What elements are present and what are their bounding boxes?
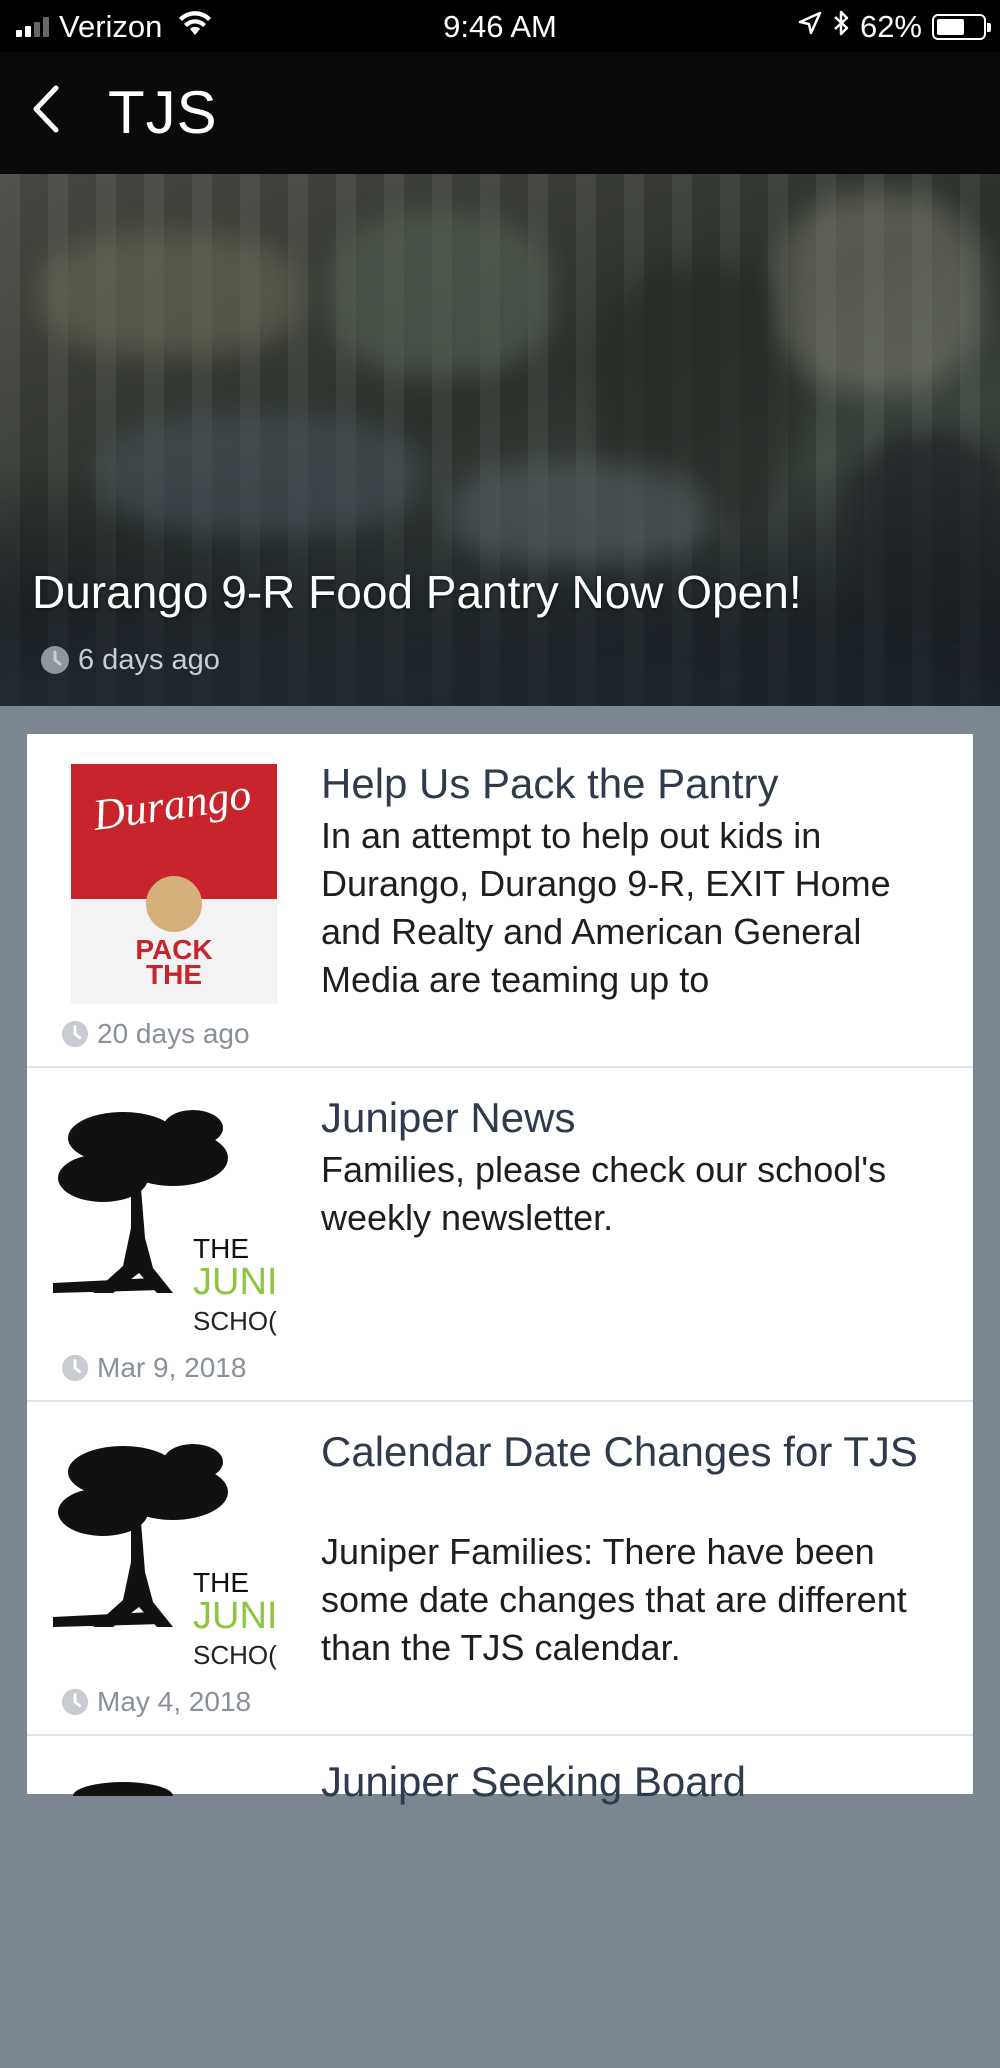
battery-level	[937, 19, 964, 35]
article-title: Calendar Date Changes for TJS	[321, 1428, 918, 1475]
article-timestamp: 20 days ago	[61, 1016, 250, 1052]
back-button[interactable]	[10, 76, 80, 146]
article-time: Mar 9, 2018	[97, 1352, 247, 1383]
logo-text-line2: JUNI	[193, 1261, 277, 1303]
featured-article[interactable]: Durango 9-R Food Pantry Now Open! 6 days…	[0, 174, 1000, 706]
battery-percent: 62%	[859, 9, 922, 44]
can-text-line2: THE	[146, 959, 202, 990]
clock-icon	[61, 1354, 89, 1382]
battery-icon	[932, 14, 991, 40]
article-time: May 4, 2018	[97, 1686, 252, 1717]
chevron-left-icon	[30, 84, 60, 139]
logo-text-line3: SCHO(	[193, 1640, 277, 1670]
location-icon	[798, 9, 822, 45]
article-title: Juniper News	[321, 1094, 576, 1141]
juniper-school-logo-thumbnail: THE JUNI SCHO(	[53, 1098, 295, 1338]
clock-icon	[40, 645, 70, 675]
article-title: Help Us Pack the Pantry	[321, 760, 779, 807]
list-item[interactable]: Juniper Seeking Board	[27, 1736, 973, 2068]
article-list: Durango PACK THE Help Us Pack the Pantry…	[27, 734, 973, 1805]
status-bar: Verizon 9:46 AM 62%	[0, 0, 1000, 52]
featured-time: 6 days ago	[78, 644, 220, 676]
juniper-school-logo-thumbnail: THE JUNI SCHO(	[53, 1432, 295, 1672]
logo-text-line2: JUNI	[193, 1595, 277, 1637]
bluetooth-icon	[832, 9, 850, 45]
article-title: Juniper Seeking Board	[321, 1758, 746, 1805]
list-item[interactable]: THE JUNI SCHO( Juniper News Families, pl…	[27, 1068, 973, 1402]
featured-timestamp: 6 days ago	[40, 642, 220, 678]
clock-icon	[61, 1020, 89, 1048]
article-timestamp: May 4, 2018	[61, 1684, 251, 1720]
logo-text-line1: THE	[193, 1567, 249, 1598]
logo-text-line1: THE	[193, 1233, 249, 1264]
article-timestamp: Mar 9, 2018	[61, 1350, 246, 1386]
article-summary: Families, please check our school's week…	[321, 1149, 887, 1238]
juniper-school-logo-thumbnail	[53, 1756, 295, 1796]
list-item[interactable]: Durango PACK THE Help Us Pack the Pantry…	[27, 734, 973, 1068]
article-summary: Juniper Families: There have been some d…	[321, 1531, 907, 1668]
status-right: 62%	[798, 8, 991, 46]
page-title: TJS	[108, 79, 218, 146]
logo-text-line3: SCHO(	[193, 1306, 277, 1336]
article-time: 20 days ago	[97, 1018, 250, 1049]
pack-the-pantry-thumbnail: Durango PACK THE	[53, 764, 295, 1004]
featured-title: Durango 9-R Food Pantry Now Open!	[32, 566, 802, 618]
nav-bar: TJS	[0, 52, 1000, 174]
article-summary: In an attempt to help out kids in Durang…	[321, 815, 891, 1000]
list-item[interactable]: THE JUNI SCHO( Calendar Date Changes for…	[27, 1402, 973, 1736]
clock-icon	[61, 1688, 89, 1716]
